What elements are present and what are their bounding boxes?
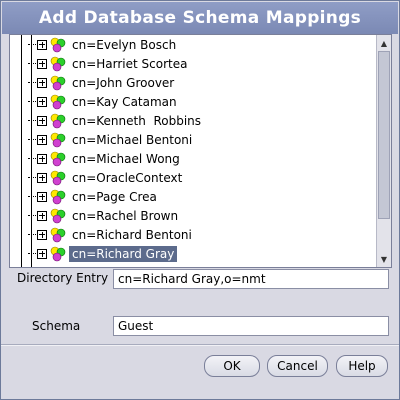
tree-scrollbar[interactable]: ▲ ▼ bbox=[376, 35, 391, 267]
dialog-title: Add Database Schema Mappings bbox=[2, 2, 398, 34]
tree-item[interactable]: cn=Michael Wong bbox=[28, 149, 374, 168]
tree-item[interactable]: cn=Page Crea bbox=[28, 187, 374, 206]
tree-item-label: cn=Richard Bentoni bbox=[72, 227, 192, 242]
directory-entry-icon bbox=[50, 151, 66, 166]
tree-item-selected[interactable]: cn=Richard Gray bbox=[28, 244, 374, 263]
tree-item-label: cn=Page Crea bbox=[72, 189, 157, 204]
directory-entry-icon bbox=[50, 208, 66, 223]
tree-item-label: cn=Michael Wong bbox=[72, 151, 180, 166]
scroll-up-icon[interactable]: ▲ bbox=[378, 36, 390, 50]
directory-entry-icon bbox=[50, 246, 66, 261]
directory-tree[interactable]: cn=Evelyn Bosch cn=Harriet Scortea cn=Jo… bbox=[9, 34, 392, 268]
directory-entry-field[interactable] bbox=[113, 269, 389, 289]
tree-item-label: cn=Rachel Brown bbox=[72, 208, 179, 223]
tree-item-label: cn=John Groover bbox=[72, 75, 175, 90]
expand-icon[interactable] bbox=[37, 153, 47, 164]
tree-item-label: cn=Richard Gray bbox=[69, 245, 178, 262]
scrollbar-thumb[interactable] bbox=[378, 51, 390, 219]
directory-entry-icon bbox=[50, 189, 66, 204]
scroll-down-icon[interactable]: ▼ bbox=[378, 252, 390, 266]
tree-item-label: cn=Kenneth Robbins bbox=[72, 113, 202, 128]
tree-item[interactable]: cn=Harriet Scortea bbox=[28, 54, 374, 73]
tree-item[interactable]: cn=Kenneth Robbins bbox=[28, 111, 374, 130]
directory-entry-label: Directory Entry bbox=[17, 271, 109, 285]
help-button[interactable]: Help bbox=[336, 355, 388, 377]
directory-entry-icon bbox=[50, 56, 66, 71]
expand-icon[interactable] bbox=[37, 229, 47, 240]
directory-entry-icon bbox=[50, 37, 66, 52]
directory-entry-icon bbox=[50, 227, 66, 242]
directory-entry-icon bbox=[50, 132, 66, 147]
tree-item[interactable]: cn=Kay Cataman bbox=[28, 92, 374, 111]
directory-entry-icon bbox=[50, 75, 66, 90]
directory-entry-icon bbox=[50, 94, 66, 109]
expand-icon[interactable] bbox=[37, 58, 47, 69]
directory-entry-icon bbox=[50, 113, 66, 128]
tree-item[interactable]: cn=John Groover bbox=[28, 73, 374, 92]
cancel-button[interactable]: Cancel bbox=[267, 355, 328, 377]
tree-guide-line bbox=[21, 35, 22, 267]
tree-content: cn=Evelyn Bosch cn=Harriet Scortea cn=Jo… bbox=[10, 35, 376, 267]
tree-guide-line bbox=[31, 35, 32, 267]
expand-icon[interactable] bbox=[37, 134, 47, 145]
tree-item[interactable]: cn=OracleContext bbox=[28, 168, 374, 187]
tree-item[interactable]: cn=Rachel Brown bbox=[28, 206, 374, 225]
expand-icon[interactable] bbox=[37, 210, 47, 221]
expand-icon[interactable] bbox=[37, 39, 47, 50]
ok-button[interactable]: OK bbox=[204, 355, 260, 377]
tree-item[interactable]: cn=Evelyn Bosch bbox=[28, 35, 374, 54]
dialog-window: Add Database Schema Mappings cn=Evelyn B… bbox=[0, 0, 400, 400]
expand-icon[interactable] bbox=[37, 191, 47, 202]
expand-icon[interactable] bbox=[37, 96, 47, 107]
tree-item-label: cn=Evelyn Bosch bbox=[72, 37, 177, 52]
tree-item[interactable]: cn=Michael Bentoni bbox=[28, 130, 374, 149]
tree-item-label: cn=Harriet Scortea bbox=[72, 56, 188, 71]
directory-entry-icon bbox=[50, 170, 66, 185]
button-separator bbox=[1, 344, 399, 346]
tree-item[interactable]: cn=Richard Bentoni bbox=[28, 225, 374, 244]
schema-field[interactable] bbox=[113, 316, 389, 336]
tree-item-label: cn=OracleContext bbox=[72, 170, 183, 185]
expand-icon[interactable] bbox=[37, 172, 47, 183]
expand-icon[interactable] bbox=[37, 77, 47, 88]
expand-icon[interactable] bbox=[37, 248, 47, 259]
tree-item-label: cn=Michael Bentoni bbox=[72, 132, 193, 147]
tree-item-label: cn=Kay Cataman bbox=[72, 94, 177, 109]
schema-label: Schema bbox=[32, 319, 81, 333]
expand-icon[interactable] bbox=[37, 115, 47, 126]
